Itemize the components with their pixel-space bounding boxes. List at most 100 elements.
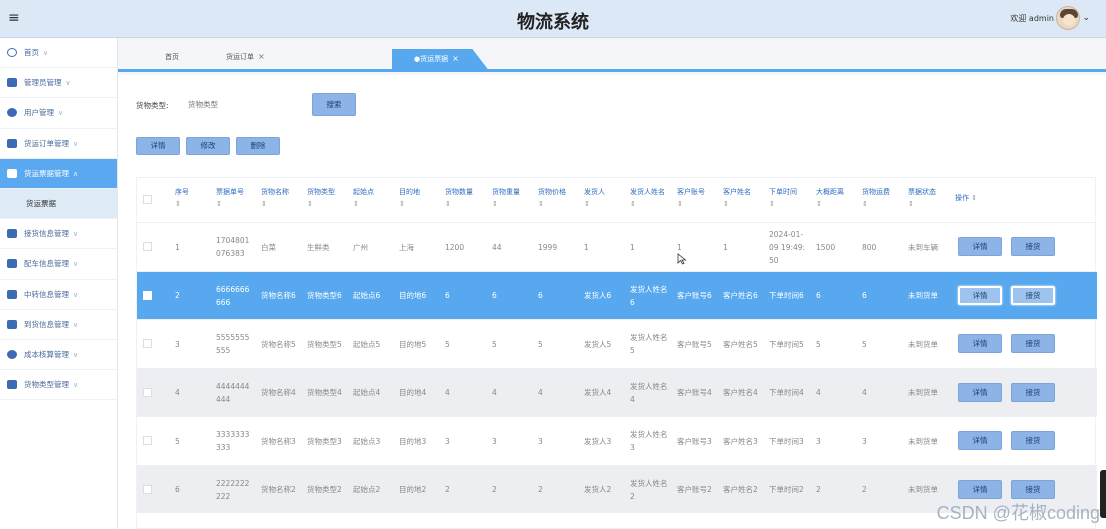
sort-icon[interactable]: ⇕ [677,198,719,210]
row-receive-button[interactable]: 接货 [1011,285,1055,305]
row-detail-button[interactable]: 详情 [958,431,1002,450]
row-detail-button[interactable]: 详情 [958,237,1002,256]
table-row[interactable]: 3 5555555555 货物名称5 货物类型5 起始点5 目的地5 5 5 5 发货人5 发货人姓… [137,319,1097,368]
sidebar-item-cost[interactable]: 成本核算管理 ∨ [0,340,117,371]
sidebar-item-home[interactable]: 首页 ∨ [0,38,117,69]
column-header[interactable]: 发货人姓名 ⇕ [630,186,672,210]
sort-icon[interactable]: ⇕ [769,198,811,210]
sidebar-item-users[interactable]: 用户管理 ∨ [0,98,117,129]
table-cell: 6 [175,485,180,494]
tab-bills[interactable]: ●货运票据 × [392,49,490,72]
sort-icon[interactable]: ⇕ [630,198,672,210]
tab-home[interactable]: 首页 [165,52,179,62]
column-header[interactable]: 客户账号 ⇕ [677,186,719,210]
row-receive-button[interactable]: 接货 [1011,237,1055,256]
sort-icon[interactable]: ⇕ [261,198,303,210]
sort-icon[interactable]: ⇕ [969,194,977,202]
select-all-checkbox[interactable] [143,195,152,204]
category-icon [7,380,17,390]
sidebar-item-orders[interactable]: 货运订单管理 ∨ [0,129,117,159]
sort-icon[interactable]: ⇕ [862,198,904,210]
column-header[interactable]: 票据单号 ⇕ [216,186,256,210]
sort-icon[interactable]: ⇕ [492,198,534,210]
sort-icon[interactable]: ⇕ [584,198,626,210]
column-header[interactable]: 货物类型 ⇕ [307,186,349,210]
sort-icon[interactable]: ⇕ [723,198,765,210]
transfer-icon [7,289,17,299]
avatar[interactable] [1056,6,1080,30]
table-row[interactable]: 4 4444444444 货物名称4 货物类型4 起始点4 目的地4 4 4 4 发货人4 发货人姓… [137,367,1097,416]
column-header[interactable]: 货物名称 ⇕ [261,186,303,210]
sort-icon[interactable]: ⇕ [307,198,349,210]
column-header[interactable]: 操作 ⇕ [955,192,1055,204]
sort-icon[interactable]: ⇕ [816,198,858,210]
column-header[interactable]: 大概距离 ⇕ [816,186,858,210]
row-checkbox[interactable] [143,290,152,300]
row-checkbox[interactable] [143,339,152,348]
welcome-text: 欢迎 admin [1010,14,1054,23]
sidebar-item-receive[interactable]: 接货信息管理 ∨ [0,219,117,250]
sidebar: 首页 ∨ 管理员管理 ∨ 用户管理 ∨ 货运订单管理 ∨ 货运票据管理 ∧ 货运票据 接货… [0,38,118,529]
sort-icon[interactable]: ⇕ [353,198,395,210]
column-header[interactable]: 货物数量 ⇕ [445,186,487,210]
sidebar-item-vehicles[interactable]: 配车信息管理 ∨ [0,249,117,280]
table-cell: 广州 [353,242,368,252]
sidebar-item-arrival[interactable]: 到货信息管理 ∨ [0,310,117,340]
close-icon[interactable]: × [452,54,459,63]
detail-button[interactable]: 详情 [136,137,180,155]
column-header[interactable]: 序号 ⇕ [175,186,211,210]
column-header[interactable]: 货物运费 ⇕ [862,186,904,210]
sort-icon[interactable]: ⇕ [399,198,441,210]
column-header[interactable]: 起始点 ⇕ [353,186,395,210]
sort-icon[interactable]: ⇕ [908,198,952,210]
top-header: ≡ 物流系统 欢迎 admin ⌄ [0,0,1106,38]
sort-icon[interactable]: ⇕ [216,198,256,210]
table-cell: 6 [492,291,497,300]
search-input[interactable] [184,94,304,114]
row-receive-button[interactable]: 接货 [1011,479,1055,499]
table-cell: 货物类型5 [307,339,342,349]
column-header[interactable]: 下单时间 ⇕ [769,186,811,210]
row-detail-button[interactable]: 详情 [958,285,1002,305]
table-row[interactable]: 5 3333333333 货物名称3 货物类型3 起始点3 目的地3 3 3 3 发货人3 发货人姓… [137,416,1097,465]
sidebar-item-category[interactable]: 货物类型管理 ∨ [0,370,117,401]
row-receive-button[interactable]: 接货 [1011,431,1055,450]
delete-button[interactable]: 删除 [236,137,280,155]
row-receive-button[interactable]: 接货 [1011,334,1055,353]
sort-icon[interactable]: ⇕ [445,198,487,210]
close-icon[interactable]: × [258,52,265,61]
chevron-down-icon[interactable]: ⌄ [1082,13,1090,23]
row-checkbox[interactable] [143,484,152,494]
row-detail-button[interactable]: 详情 [958,334,1002,353]
home-icon [7,48,17,57]
search-button[interactable]: 搜索 [312,93,356,116]
sidebar-subitem-bills[interactable]: 货运票据 [0,188,117,220]
column-header[interactable]: 货物重量 ⇕ [492,186,534,210]
column-header[interactable]: 目的地 ⇕ [399,186,441,210]
column-header[interactable]: 票据状态 ⇕ [908,186,952,210]
table-cell: 生鲜类 [307,242,330,252]
sidebar-item-admin[interactable]: 管理员管理 ∨ [0,68,117,99]
table-cell: 发货人6 [584,291,612,300]
table-row[interactable]: 1 1704801076383 白菜 生鲜类 广州 上海 1200 44 1999 1 1 1 1 202… [137,222,1097,271]
row-detail-button[interactable]: 详情 [958,382,1002,402]
row-checkbox[interactable] [143,436,152,445]
row-checkbox[interactable] [143,387,152,397]
sidebar-item-transfer[interactable]: 中转信息管理 ∨ [0,280,117,310]
column-header[interactable]: 货物价格 ⇕ [538,186,580,210]
table-cell: 下单时间3 [769,436,804,446]
tab-orders[interactable]: 货运订单 × [226,52,265,62]
table-row[interactable]: 2 6666666666 货物名称6 货物类型6 起始点6 目的地6 6 6 6 发货人6 发货人姓… [137,270,1097,319]
sort-icon[interactable]: ⇕ [175,198,211,210]
edit-button[interactable]: 修改 [186,137,230,155]
search-label: 货物类型: [136,101,169,110]
sort-icon[interactable]: ⇕ [538,198,580,210]
column-header[interactable]: 发货人 ⇕ [584,186,626,210]
row-receive-button[interactable]: 接货 [1011,382,1055,402]
table-cell: 6 [816,291,821,300]
sidebar-item-bills[interactable]: 货运票据管理 ∧ [0,158,117,189]
row-detail-button[interactable]: 详情 [958,479,1002,499]
scrollbar[interactable] [1100,470,1106,518]
row-checkbox[interactable] [143,242,152,251]
column-header[interactable]: 客户姓名 ⇕ [723,186,765,210]
